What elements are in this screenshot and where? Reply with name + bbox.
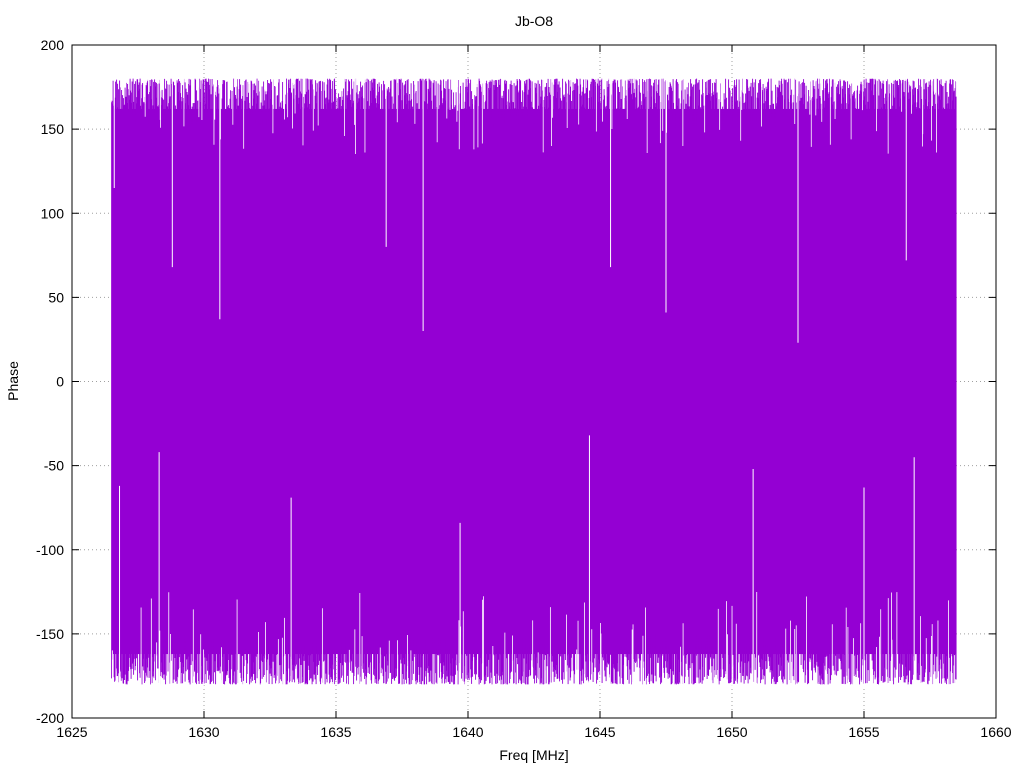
y-tick-label: 200 — [41, 37, 65, 53]
x-tick-label: 1655 — [848, 724, 879, 740]
x-axis-label: Freq [MHz] — [499, 747, 568, 763]
y-tick-label: -150 — [36, 626, 64, 642]
y-tick-label: 0 — [56, 374, 64, 390]
y-axis-label: Phase — [5, 361, 21, 401]
x-tick-label: 1630 — [188, 724, 219, 740]
y-tick-label: 100 — [41, 205, 65, 221]
x-tick-label: 1650 — [716, 724, 747, 740]
x-tick-label: 1625 — [56, 724, 87, 740]
phase-chart: 1625 1630 1635 1640 1645 1650 1655 1660 -200 -150… — [0, 0, 1024, 768]
y-tick-label: 50 — [48, 289, 64, 305]
y-tick-label: -100 — [36, 542, 64, 558]
y-tick-label: -200 — [36, 710, 64, 726]
plot-area — [111, 75, 957, 688]
y-tick-label: 150 — [41, 121, 65, 137]
y-tick-label: -50 — [44, 458, 64, 474]
x-tick-label: 1645 — [584, 724, 615, 740]
series-envelope — [111, 78, 957, 685]
x-tick-label: 1640 — [452, 724, 483, 740]
chart-title: Jb-O8 — [515, 13, 553, 29]
x-tick-label: 1635 — [320, 724, 351, 740]
x-tick-label: 1660 — [980, 724, 1011, 740]
